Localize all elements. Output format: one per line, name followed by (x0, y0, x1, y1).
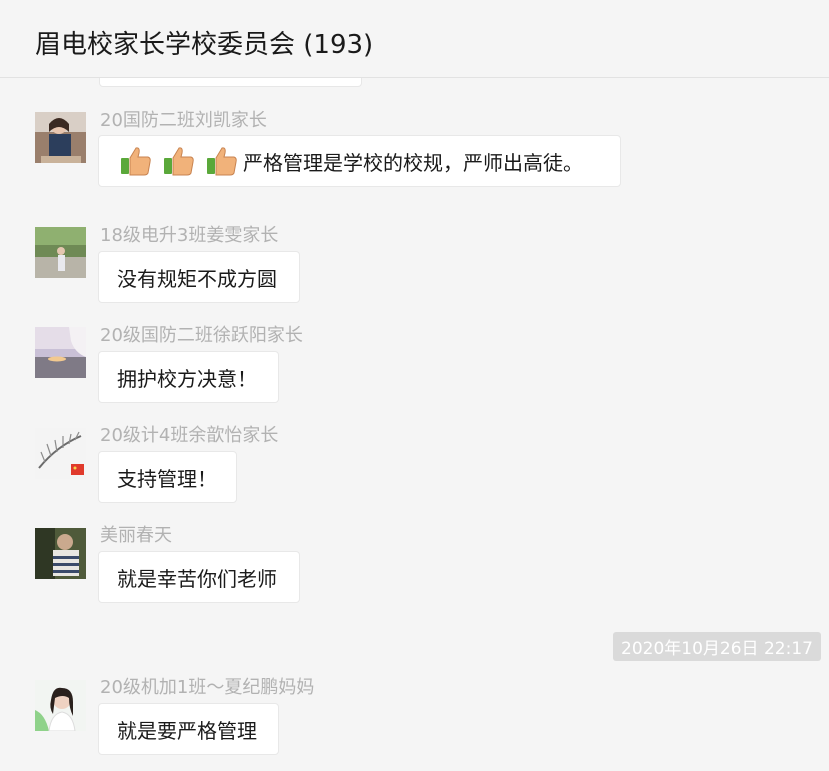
avatar[interactable] (35, 428, 86, 479)
message-text: 就是要严格管理 (117, 718, 257, 743)
message-text: 没有规矩不成方圆 (117, 266, 277, 291)
sender-name: 20级国防二班徐跃阳家长 (100, 325, 303, 346)
avatar[interactable] (35, 528, 86, 579)
chat-title[interactable]: 眉电校家长学校委员会 (193) (35, 24, 373, 61)
thumbs-up-icon (205, 144, 239, 178)
timestamp-divider: 2020年10月26日 22:17 (613, 632, 821, 661)
avatar[interactable] (35, 680, 86, 731)
message-text: 拥护校方决意！ (117, 366, 257, 391)
message-bubble[interactable]: 就是幸苦你们老师 (98, 551, 300, 603)
message-bubble[interactable]: 严格管理是学校的校规，严师出高徒。 (98, 135, 621, 187)
message-bubble[interactable]: 支持管理！ (98, 451, 237, 503)
message-text: 支持管理！ (117, 466, 217, 491)
avatar[interactable] (35, 112, 86, 163)
avatar[interactable] (35, 327, 86, 378)
avatar[interactable] (35, 227, 86, 278)
sender-name: 美丽春天 (100, 525, 172, 546)
message-bubble[interactable]: 拥护校方决意！ (98, 351, 279, 403)
sender-name: 20级计4班余歆怡家长 (100, 425, 279, 446)
message-text: 就是幸苦你们老师 (117, 566, 277, 591)
message-bubble[interactable]: 没有规矩不成方圆 (98, 251, 300, 303)
chat-header: 眉电校家长学校委员会 (193) (0, 0, 829, 78)
thumbs-up-icon (162, 144, 196, 178)
chat-message-list[interactable]: 20国防二班刘凯家长 严格管理是学校的校规，严师出高徒。 18级电升3班姜雯家长… (0, 0, 829, 771)
message-bubble[interactable]: 就是要严格管理 (98, 703, 279, 755)
sender-name: 20国防二班刘凯家长 (100, 110, 267, 131)
thumbs-up-icon (119, 144, 153, 178)
sender-name: 20级机加1班～夏纪鹏妈妈 (100, 677, 315, 698)
sender-name: 18级电升3班姜雯家长 (100, 225, 279, 246)
message-text: 严格管理是学校的校规，严师出高徒。 (243, 150, 583, 175)
